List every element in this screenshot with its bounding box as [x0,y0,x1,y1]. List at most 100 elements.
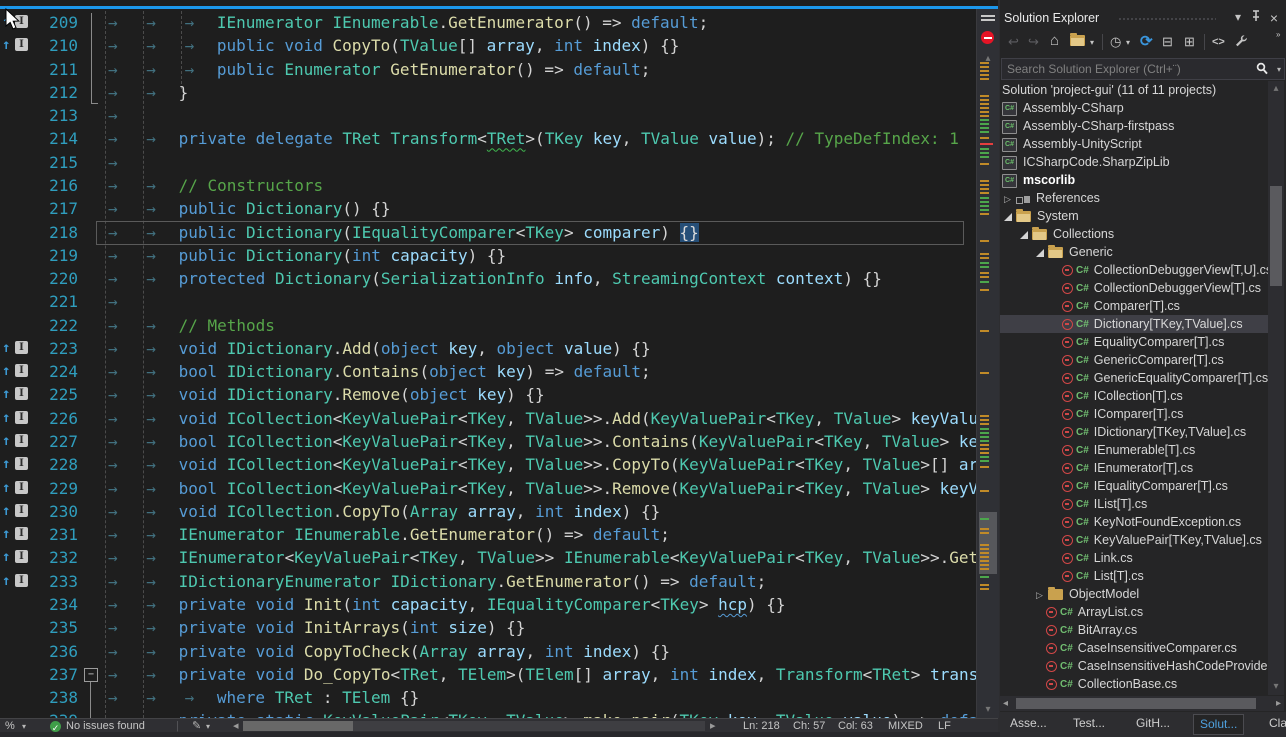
view-code-icon[interactable]: <> [1212,36,1225,48]
reference-up-icon[interactable]: ↑ [2,546,10,569]
reference-up-icon[interactable]: ↑ [2,453,10,476]
collapsed-arrow-icon[interactable]: ▷ [1004,190,1012,208]
tree-item-file[interactable]: C#KeyNotFoundException.cs [1000,513,1268,531]
tree-item-file[interactable]: C#IDictionary[TKey,TValue].cs [1000,423,1268,441]
code-line[interactable]: 214→→private delegate TRet Transform<TRe… [0,127,976,150]
code-line[interactable]: 238→→→where TRet : TElem {} [0,686,976,709]
editor-horizontal-scrollbar[interactable] [243,721,705,731]
editor-vertical-scrollbar[interactable]: ▴ ▾ [976,9,999,718]
hscroll-right-icon[interactable]: ▸ [710,719,716,733]
code-line[interactable]: ↑I228→→void ICollection<KeyValuePair<TKe… [0,453,976,476]
tree-item-file[interactable]: C#CaseInsensitiveHashCodeProvider.cs [1000,657,1268,675]
tree-item[interactable]: System [1000,207,1268,225]
reference-up-icon[interactable]: ↑ [2,407,10,430]
code-area[interactable]: ↑I209→→→IEnumerator IEnumerable.GetEnume… [0,9,976,718]
tree-item-file[interactable]: C#IEnumerable[T].cs [1000,441,1268,459]
code-line[interactable]: 235→→private void InitArrays(int size) {… [0,616,976,639]
tree-item-file[interactable]: C#ICollection[T].cs [1000,387,1268,405]
code-line[interactable]: ↑I209→→→IEnumerator IEnumerable.GetEnume… [0,11,976,34]
window-menu-caret-icon[interactable]: ▾ [1230,10,1246,24]
expanded-arrow-icon[interactable] [1004,213,1012,221]
hscroll-left-icon[interactable]: ◂ [233,719,239,733]
implements-box-icon[interactable]: I [15,504,28,517]
expanded-arrow-icon[interactable] [1020,231,1028,239]
code-line[interactable]: 212→→} [0,81,976,104]
panel-tab-solut[interactable]: Solut... [1193,714,1244,735]
issues-status[interactable]: No issues found [66,719,145,733]
reference-up-icon[interactable]: ↑ [2,570,10,593]
reference-up-icon[interactable]: ↑ [2,383,10,406]
diff-brush-icon[interactable]: ✎ [192,719,201,733]
code-line[interactable]: 237→→private void Do_CopyTo<TRet, TElem>… [0,663,976,686]
code-line[interactable]: ↑I225→→void IDictionary.Remove(object ke… [0,383,976,406]
tree-item[interactable]: ▷References [1000,189,1268,207]
tree-hscroll-thumb[interactable] [1016,698,1256,709]
tree-item-project[interactable]: C#ICSharpCode.SharpZipLib [1000,153,1268,171]
code-line[interactable]: ↑I231→→IEnumerator IEnumerable.GetEnumer… [0,523,976,546]
tree-item-file[interactable]: C#ArrayList.cs [1000,603,1268,621]
properties-wrench-icon[interactable] [1234,34,1248,51]
status-line[interactable]: Ln: 218 [743,719,780,733]
tree-item-file[interactable]: C#Link.cs [1000,549,1268,567]
implements-box-icon[interactable]: I [15,434,28,447]
tree-item-project[interactable]: C#mscorlib [1000,171,1268,189]
implements-box-icon[interactable]: I [15,341,28,354]
tree-item-file[interactable]: C#CollectionDebuggerView[T,U].cs [1000,261,1268,279]
tree-hscroll-left-icon[interactable]: ◂ [1003,698,1008,709]
implements-box-icon[interactable]: I [15,481,28,494]
filter-caret-icon[interactable]: ▾ [1126,38,1130,47]
tree-item-project[interactable]: C#Assembly-UnityScript [1000,135,1268,153]
tree-item-file[interactable]: C#EqualityComparer[T].cs [1000,333,1268,351]
implements-box-icon[interactable]: I [15,527,28,540]
home-icon[interactable]: ⌂ [1050,32,1059,49]
refresh-icon[interactable]: ⟳ [1140,32,1153,50]
code-line[interactable]: ↑I226→→void ICollection<KeyValuePair<TKe… [0,407,976,430]
panel-tab-gith[interactable]: GitH... [1130,714,1176,733]
split-editor-handle[interactable] [981,13,995,25]
close-icon[interactable]: × [1266,10,1282,26]
tree-hscroll-right-icon[interactable]: ▸ [1276,698,1281,709]
code-line[interactable]: 217→→public Dictionary() {} [0,197,976,220]
code-line[interactable]: ↑I230→→void ICollection.CopyTo(Array arr… [0,500,976,523]
reference-up-icon[interactable]: ↑ [2,500,10,523]
navigate-forward-icon[interactable]: ↪ [1028,34,1039,50]
tree-vscroll-thumb[interactable] [1270,186,1282,286]
code-line[interactable]: 219→→public Dictionary(int capacity) {} [0,244,976,267]
code-line[interactable]: ↑I233→→IDictionaryEnumerator IDictionary… [0,570,976,593]
code-line[interactable]: 218→→public Dictionary(IEqualityComparer… [0,221,976,244]
switch-views-icon[interactable] [1070,34,1085,49]
code-line[interactable]: 222→→// Methods [0,314,976,337]
toolbar-overflow-icon[interactable]: » [1276,30,1280,39]
pending-changes-filter-icon[interactable]: ◷ [1110,34,1121,50]
panel-tab-asse[interactable]: Asse... [1004,714,1053,733]
implements-box-icon[interactable]: I [15,38,28,51]
reference-up-icon[interactable]: ↑ [2,477,10,500]
collapse-all-icon[interactable]: ⊟ [1162,34,1173,50]
hscrollbar-thumb[interactable] [243,721,353,731]
implements-box-icon[interactable]: I [15,550,28,563]
tree-item[interactable]: Generic [1000,243,1268,261]
panel-title-bar[interactable]: Solution Explorer ▾ × [1000,8,1286,30]
tree-item-file[interactable]: C#GenericEqualityComparer[T].cs [1000,369,1268,387]
code-editor[interactable]: ↑I209→→→IEnumerator IEnumerable.GetEnume… [0,0,998,718]
reference-up-icon[interactable]: ↑ [2,523,10,546]
implements-box-icon[interactable]: I [15,364,28,377]
tree-item-file[interactable]: C#CaseInsensitiveComparer.cs [1000,639,1268,657]
reference-up-icon[interactable]: ↑ [2,34,10,57]
collapsed-arrow-icon[interactable]: ▷ [1036,586,1044,604]
search-options-caret-icon[interactable]: ▾ [1277,65,1281,74]
code-line[interactable]: ↑I224→→bool IDictionary.Contains(object … [0,360,976,383]
zoom-control[interactable]: % [5,719,15,733]
reference-up-icon[interactable]: ↑ [2,337,10,360]
navigate-back-icon[interactable]: ↩ [1008,34,1019,50]
code-line[interactable]: 215→ [0,151,976,174]
code-line[interactable]: 213→ [0,104,976,127]
tree-item-file[interactable]: C#IComparer[T].cs [1000,405,1268,423]
implements-box-icon[interactable]: I [15,411,28,424]
tree-item-file[interactable]: C#GenericComparer[T].cs [1000,351,1268,369]
tree-item-file[interactable]: C#IList[T].cs [1000,495,1268,513]
tree-item[interactable]: ▷ObjectModel [1000,585,1268,603]
code-line[interactable]: 211→→→public Enumerator GetEnumerator() … [0,58,976,81]
implements-box-icon[interactable]: I [15,574,28,587]
document-health-error-icon[interactable] [981,31,994,44]
